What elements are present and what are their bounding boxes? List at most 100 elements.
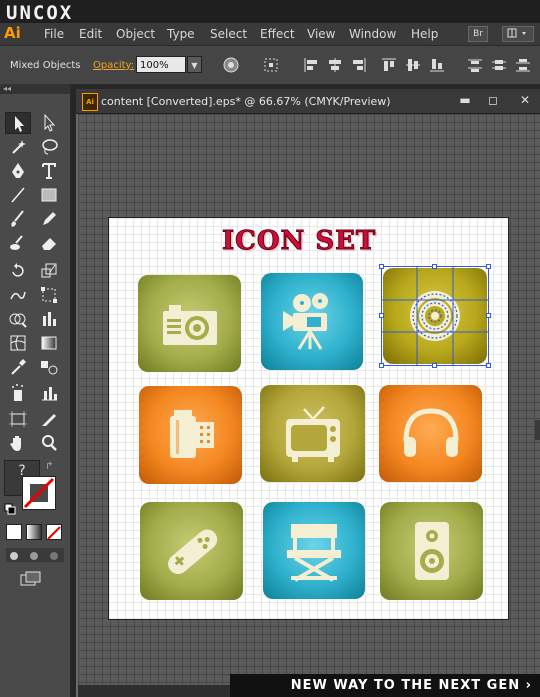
slice-tool[interactable] — [36, 408, 62, 430]
selection-guides — [381, 266, 489, 366]
game-controller-icon — [167, 529, 217, 574]
resize-handle-s[interactable] — [432, 363, 437, 368]
eyedropper-tool[interactable] — [5, 356, 31, 378]
none-icon — [47, 526, 61, 540]
pencil-tool[interactable] — [36, 208, 62, 230]
scale-tool[interactable] — [36, 260, 62, 282]
shape-builder-tool[interactable] — [5, 308, 31, 330]
align-middle-icon[interactable] — [404, 56, 422, 74]
distribute-center-icon[interactable] — [490, 56, 508, 74]
document-app-badge: Ai — [82, 93, 98, 111]
director-chair-icon — [287, 523, 341, 582]
draw-mode-icons — [10, 552, 58, 560]
camera-icon — [162, 304, 217, 345]
resize-handle-ne[interactable] — [486, 264, 491, 269]
distribute-top-icon[interactable] — [466, 56, 484, 74]
magic-wand-tool[interactable] — [5, 136, 31, 158]
transform-reference-icon[interactable] — [262, 56, 280, 74]
icon-set-heading[interactable]: ICON SET — [221, 226, 376, 257]
tile-headphones[interactable] — [379, 385, 482, 482]
drawing-modes[interactable] — [6, 548, 64, 562]
opacity-label[interactable]: Opacity: — [93, 60, 134, 71]
workspace-switcher[interactable] — [502, 26, 534, 42]
default-colors-icon[interactable] — [4, 500, 16, 515]
gradient-tool[interactable] — [36, 332, 62, 354]
headphones-icon — [403, 407, 458, 457]
app-logo: Ai — [4, 24, 21, 42]
opacity-input[interactable]: 100% — [136, 56, 186, 73]
selection-tool[interactable] — [5, 112, 31, 134]
distribute-bottom-icon[interactable] — [514, 56, 532, 74]
symbol-sprayer-tool[interactable] — [5, 382, 31, 404]
tools-panel-header[interactable]: ◂◂ — [0, 84, 70, 94]
blob-brush-tool[interactable] — [5, 232, 31, 254]
menu-window[interactable]: Window — [349, 27, 396, 41]
film-roll-icon — [169, 410, 214, 458]
menu-effect[interactable]: Effect — [260, 27, 295, 41]
screen-mode-icon[interactable] — [18, 570, 44, 588]
tile-speaker[interactable] — [380, 502, 483, 600]
align-right-icon[interactable] — [350, 56, 368, 74]
close-button[interactable]: ✕ — [514, 92, 536, 108]
warp-tool[interactable] — [5, 284, 31, 306]
tile-television[interactable] — [260, 385, 365, 482]
menu-help[interactable]: Help — [411, 27, 438, 41]
workspace-grid-icon — [507, 28, 526, 38]
resize-handle-se[interactable] — [486, 363, 491, 368]
bridge-button[interactable]: Br — [468, 26, 488, 42]
opacity-dropdown[interactable]: ▼ — [187, 56, 202, 73]
rectangle-tool[interactable] — [36, 184, 62, 206]
align-center-icon[interactable] — [326, 56, 344, 74]
recolor-artwork-icon[interactable] — [222, 56, 240, 74]
selection-type-label: Mixed Objects — [10, 60, 81, 71]
resize-handle-nw[interactable] — [379, 264, 384, 269]
selection-bounding-box[interactable] — [381, 266, 489, 366]
menu-object[interactable]: Object — [116, 27, 155, 41]
tile-film-roll[interactable] — [139, 386, 242, 484]
align-bottom-icon[interactable] — [428, 56, 446, 74]
graph-tool[interactable] — [36, 308, 62, 330]
vertical-scroll-thumb[interactable] — [535, 420, 540, 440]
artboard-tool[interactable] — [5, 408, 31, 430]
menu-type[interactable]: Type — [167, 27, 195, 41]
align-top-icon[interactable] — [380, 56, 398, 74]
type-tool[interactable] — [36, 160, 62, 182]
menu-view[interactable]: View — [307, 27, 335, 41]
column-graph-tool[interactable] — [36, 382, 62, 404]
film-projector-icon — [283, 292, 328, 350]
rotate-tool[interactable] — [5, 260, 31, 282]
lasso-tool[interactable] — [36, 136, 62, 158]
color-mode-button[interactable] — [6, 524, 22, 540]
gradient-mode-button[interactable] — [26, 524, 42, 540]
hand-tool[interactable] — [5, 432, 31, 454]
none-slash-icon — [23, 477, 55, 509]
zoom-tool[interactable] — [36, 432, 62, 454]
pen-tool[interactable] — [5, 160, 31, 182]
tile-film-projector[interactable] — [261, 273, 363, 370]
align-left-icon[interactable] — [302, 56, 320, 74]
swap-fill-stroke-icon[interactable]: ↱ — [45, 461, 59, 473]
stroke-swatch[interactable] — [22, 476, 56, 510]
tile-camera[interactable] — [138, 275, 241, 372]
blend-tool[interactable] — [36, 356, 62, 378]
resize-handle-w[interactable] — [379, 313, 384, 318]
direct-selection-tool[interactable] — [36, 112, 62, 134]
menu-edit[interactable]: Edit — [79, 27, 102, 41]
eraser-tool[interactable] — [36, 232, 62, 254]
resize-handle-n[interactable] — [432, 264, 437, 269]
menu-select[interactable]: Select — [210, 27, 247, 41]
mesh-tool[interactable] — [5, 332, 31, 354]
tile-game-controller[interactable] — [140, 502, 243, 600]
watermark-footer: NEW WAY TO THE NEXT GEN › — [230, 674, 540, 697]
line-segment-tool[interactable] — [5, 184, 31, 206]
paintbrush-tool[interactable] — [5, 208, 31, 230]
none-mode-button[interactable] — [46, 524, 62, 540]
resize-handle-e[interactable] — [486, 313, 491, 318]
resize-handle-sw[interactable] — [379, 363, 384, 368]
speaker-icon — [414, 522, 449, 580]
menu-file[interactable]: File — [44, 27, 64, 41]
minimize-button[interactable]: ▬ — [454, 92, 476, 108]
free-transform-tool[interactable] — [36, 284, 62, 306]
maximize-button[interactable]: ◻ — [482, 92, 504, 108]
tile-director-chair[interactable] — [263, 502, 365, 599]
